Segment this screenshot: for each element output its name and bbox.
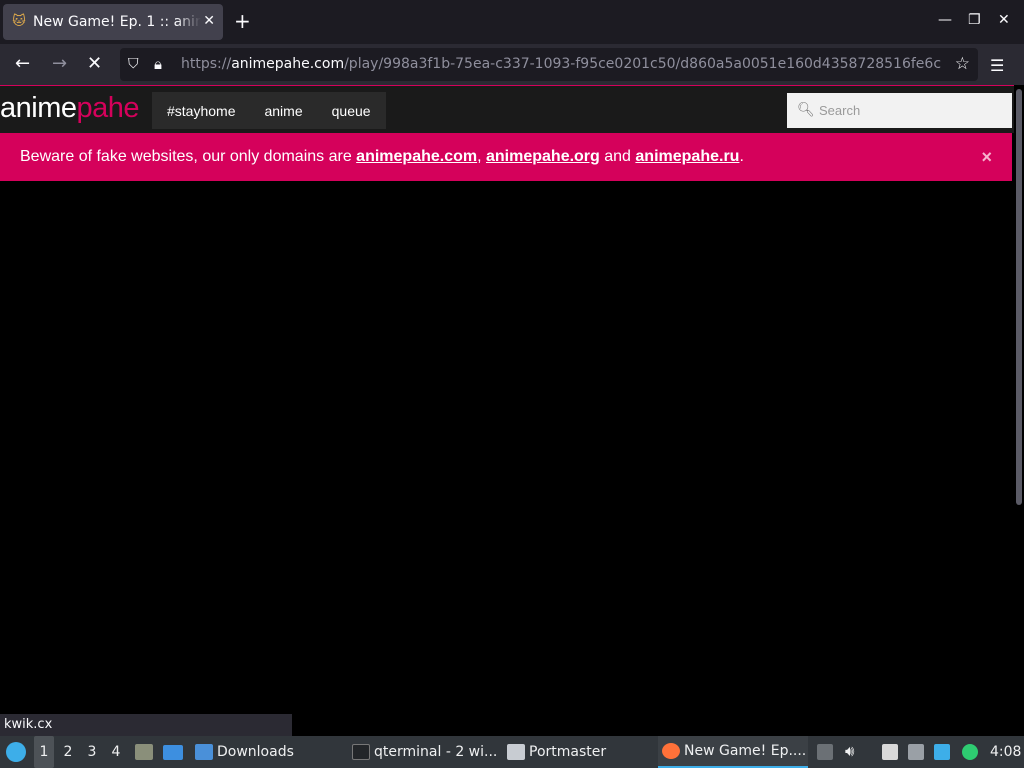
site-logo[interactable]: animepahe: [0, 92, 140, 125]
clock[interactable]: 4:08: [990, 736, 1021, 768]
cat-icon: 🐱: [12, 14, 26, 29]
close-window-icon[interactable]: ✕: [998, 12, 1010, 28]
tray-storage-icon[interactable]: [817, 744, 833, 760]
taskbar: 1 2 3 4 Downloads qterminal - 2 wi... Po…: [0, 736, 1024, 768]
url-bar[interactable]: ⛉ 🔒︎ https://animepahe.com/play/998a3f1b…: [120, 48, 978, 81]
domain-link-org[interactable]: animepahe.org: [486, 148, 600, 165]
tab-strip: 🐱 New Game! Ep. 1 :: animepahe ✕ + — ❐ ✕: [0, 0, 1024, 44]
nav-link-queue[interactable]: queue: [332, 103, 371, 119]
workspace-2[interactable]: 2: [58, 736, 78, 768]
restore-icon[interactable]: ❐: [968, 12, 981, 28]
workspace-3[interactable]: 3: [82, 736, 102, 768]
nav-toolbar: ← → ✕ ⛉ 🔒︎ https://animepahe.com/play/99…: [0, 44, 1024, 85]
taskbar-app-firefox[interactable]: New Game! Ep....: [658, 736, 808, 768]
url-text[interactable]: https://animepahe.com/play/998a3f1b-75ea…: [181, 56, 941, 72]
tab-title: New Game! Ep. 1 :: animepahe: [33, 14, 201, 30]
network-icon[interactable]: [908, 744, 924, 760]
firefox-icon: [662, 743, 680, 759]
workspace-4[interactable]: 4: [106, 736, 126, 768]
window-icon: [507, 744, 525, 760]
notification-icon[interactable]: [934, 744, 950, 760]
workspace-1[interactable]: 1: [34, 736, 54, 768]
page-content: animepahe #stayhome anime queue 🔍︎ Bewar…: [0, 85, 1014, 736]
taskbar-app-downloads[interactable]: Downloads: [195, 736, 294, 768]
search-icon: 🔍︎: [797, 102, 815, 118]
domain-link-com[interactable]: animepahe.com: [356, 148, 477, 165]
folder-icon: [195, 744, 213, 760]
bookmark-star-icon[interactable]: ☆: [955, 54, 970, 74]
hamburger-menu-icon[interactable]: ☰: [990, 56, 1004, 75]
link-status-bar: kwik.cx: [0, 714, 292, 736]
terminal-icon: [352, 744, 370, 760]
scrollbar-thumb[interactable]: [1016, 89, 1022, 505]
search-input[interactable]: [817, 93, 1007, 128]
close-tab-icon[interactable]: ✕: [203, 13, 215, 29]
alert-close-icon[interactable]: ×: [981, 133, 992, 181]
domain-link-ru[interactable]: animepahe.ru: [635, 148, 739, 165]
browser-tab[interactable]: 🐱 New Game! Ep. 1 :: animepahe ✕: [3, 4, 223, 40]
clipboard-icon[interactable]: [882, 744, 898, 760]
lock-icon[interactable]: 🔒︎: [154, 55, 162, 73]
update-status-icon[interactable]: [962, 744, 978, 760]
new-tab-icon[interactable]: +: [234, 10, 251, 32]
volume-icon[interactable]: 🔊︎: [845, 742, 861, 760]
fake-sites-alert: Beware of fake websites, our only domain…: [0, 133, 1012, 181]
nav-link-anime[interactable]: anime: [264, 103, 302, 119]
start-menu-icon[interactable]: [6, 742, 26, 762]
nav-link-stayhome[interactable]: #stayhome: [167, 103, 235, 119]
forward-icon[interactable]: →: [52, 54, 67, 74]
back-icon[interactable]: ←: [15, 54, 30, 74]
show-desktop-icon[interactable]: [163, 745, 183, 760]
stop-icon[interactable]: ✕: [87, 54, 102, 74]
taskbar-app-portmaster[interactable]: Portmaster: [507, 736, 606, 768]
site-header: animepahe #stayhome anime queue 🔍︎: [0, 85, 1014, 133]
minimize-icon[interactable]: —: [938, 12, 952, 28]
search-box[interactable]: 🔍︎: [787, 93, 1012, 128]
taskbar-app-qterminal[interactable]: qterminal - 2 wi...: [352, 736, 497, 768]
page-scrollbar[interactable]: [1014, 85, 1024, 736]
file-manager-icon[interactable]: [135, 744, 153, 760]
site-nav: #stayhome anime queue: [152, 92, 386, 129]
shield-icon[interactable]: ⛉: [128, 56, 139, 72]
